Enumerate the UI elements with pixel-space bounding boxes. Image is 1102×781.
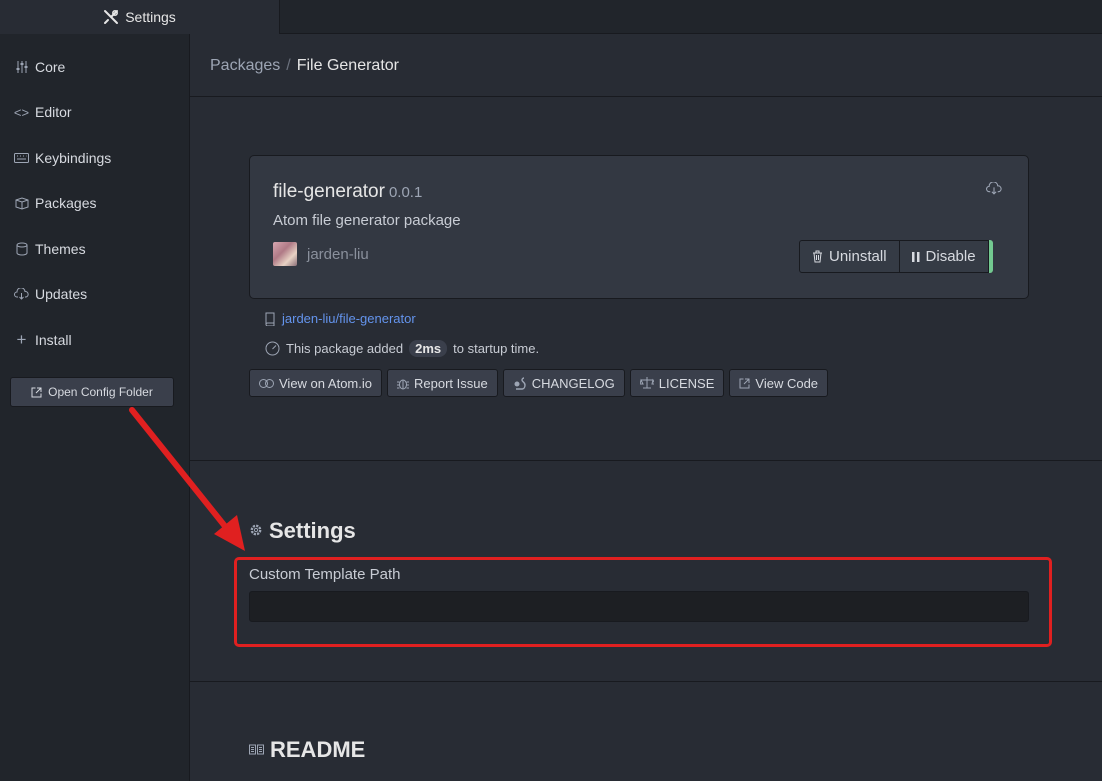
sidebar-item-label: Updates [35, 286, 88, 302]
view-code-label: View Code [755, 375, 819, 391]
link-external-icon [31, 387, 42, 397]
link-external-icon [739, 378, 750, 388]
disable-label: Disable [925, 248, 976, 265]
repo-line: jarden-liu/file-generator [265, 311, 416, 326]
sidebar-item-editor[interactable]: <> Editor [14, 100, 72, 124]
divider [190, 681, 1102, 682]
settings-sidebar: Core <> Editor Keybindings Packages Them… [0, 34, 190, 781]
startup-time-line: This package added 2ms to startup time. [265, 340, 539, 357]
law-icon [639, 377, 654, 389]
keyboard-icon [14, 153, 29, 163]
report-issue-button[interactable]: Report Issue [386, 369, 498, 397]
bug-icon [396, 379, 409, 389]
changelog-label: CHANGELOG [531, 375, 615, 391]
book-icon [249, 743, 264, 758]
divider [190, 96, 1102, 97]
repo-link[interactable]: jarden-liu/file-generator [282, 311, 416, 326]
settings-section-title: Settings [249, 518, 356, 544]
changelog-button[interactable]: CHANGELOG [502, 369, 625, 397]
breadcrumb-current: File Generator [296, 57, 399, 74]
breadcrumb-separator: / [286, 57, 291, 74]
sidebar-item-themes[interactable]: Themes [14, 237, 86, 261]
license-label: LICENSE [658, 375, 715, 391]
squirrel-icon [514, 376, 526, 390]
sidebar-item-label: Install [35, 332, 72, 348]
view-on-atom-button[interactable]: View on Atom.io [249, 369, 382, 397]
sidebar-item-label: Editor [35, 104, 72, 120]
package-icon [14, 196, 29, 210]
sidebar-item-install[interactable]: + Install [14, 328, 72, 352]
pause-icon [911, 251, 920, 262]
tab-settings[interactable]: Settings [0, 0, 280, 34]
plus-icon: + [16, 330, 27, 349]
avatar [273, 242, 297, 266]
package-title: file-generator 0.0.1 [273, 181, 422, 203]
view-on-atom-label: View on Atom.io [279, 375, 372, 391]
code-icon: <> [13, 104, 30, 120]
package-action-buttons: Uninstall Disable [799, 240, 993, 273]
package-card: file-generator 0.0.1 Atom file generator … [249, 155, 1029, 299]
readme-section-title: README [249, 737, 365, 763]
paintcan-icon [14, 242, 29, 256]
sidebar-item-updates[interactable]: Updates [14, 282, 87, 306]
readme-title-text: README [270, 737, 366, 762]
sidebar-item-keybindings[interactable]: Keybindings [14, 146, 111, 170]
settings-title-text: Settings [269, 518, 356, 543]
package-detail-panel: Packages / File Generator file-generator… [190, 34, 1102, 781]
package-description: Atom file generator package [273, 212, 461, 229]
view-code-button[interactable]: View Code [729, 369, 829, 397]
trashcan-icon [813, 250, 822, 263]
sidebar-item-label: Themes [35, 241, 86, 257]
sliders-icon [14, 61, 29, 73]
report-issue-label: Report Issue [413, 375, 488, 391]
divider [190, 460, 1102, 461]
cloud-download-icon [14, 288, 29, 300]
cloud-download-icon [986, 181, 1002, 198]
startup-suffix: to startup time. [453, 341, 540, 356]
startup-prefix: This package added [286, 341, 404, 356]
sidebar-item-label: Core [35, 59, 66, 75]
sidebar-item-core[interactable]: Core [14, 55, 65, 79]
sidebar-item-packages[interactable]: Packages [14, 191, 96, 215]
enabled-indicator [988, 240, 993, 273]
sidebar-item-label: Packages [35, 195, 97, 211]
custom-template-path-input[interactable] [249, 591, 1029, 622]
package-name: file-generator [273, 181, 385, 202]
author-name: jarden-liu [307, 245, 369, 263]
tools-icon [104, 10, 119, 24]
link-icon [259, 378, 274, 388]
package-links: View on Atom.io Report Issue CHANGELOG L… [249, 369, 829, 397]
breadcrumb-packages-link[interactable]: Packages [210, 57, 280, 75]
uninstall-label: Uninstall [829, 248, 887, 265]
disable-button[interactable]: Disable [899, 240, 989, 273]
uninstall-button[interactable]: Uninstall [799, 240, 900, 273]
package-version: 0.0.1 [388, 184, 423, 201]
breadcrumb: Packages / File Generator [210, 57, 399, 75]
repo-icon [265, 312, 275, 326]
sidebar-item-label: Keybindings [35, 150, 112, 166]
package-author[interactable]: jarden-liu [273, 242, 369, 266]
tab-bar: Settings [0, 0, 1102, 34]
open-config-label: Open Config Folder [48, 385, 153, 399]
license-button[interactable]: LICENSE [629, 369, 725, 397]
dashboard-icon [265, 341, 280, 356]
gear-icon [249, 523, 263, 540]
custom-template-path-label: Custom Template Path [249, 566, 401, 583]
tab-label: Settings [125, 9, 176, 25]
open-config-folder-button[interactable]: Open Config Folder [10, 377, 174, 407]
startup-time-badge: 2ms [409, 340, 448, 357]
